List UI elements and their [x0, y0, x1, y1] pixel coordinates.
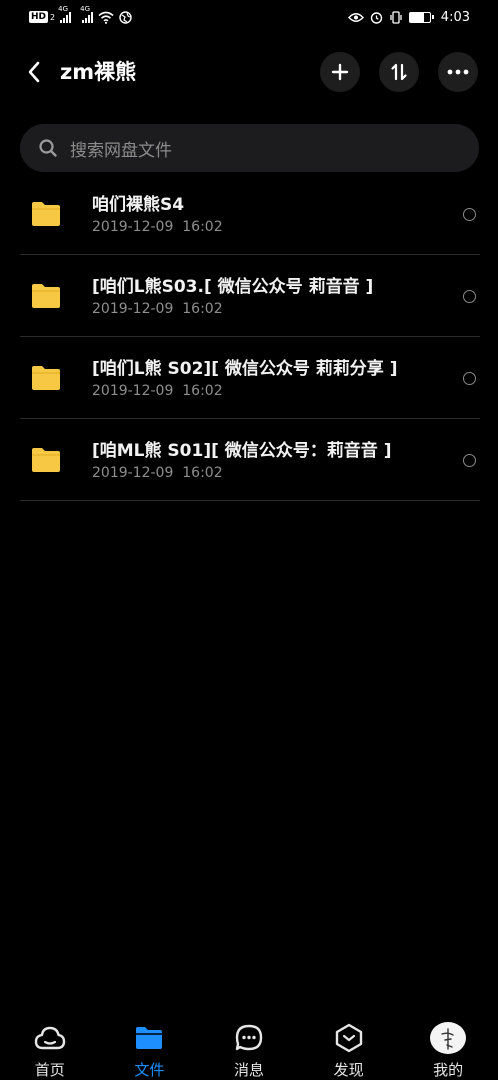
- add-button[interactable]: [320, 52, 360, 92]
- chat-icon: [233, 1022, 265, 1054]
- file-row[interactable]: [咱ML熊 S01][ 微信公众号：莉音音 ] 2019-12-09 16:02: [20, 419, 480, 501]
- nav-label: 我的: [433, 1061, 464, 1079]
- file-date: 2019-12-09 16:02: [92, 219, 223, 235]
- page-title: zm裸熊: [60, 60, 137, 84]
- nav-label: 发现: [333, 1061, 364, 1079]
- discover-icon: [333, 1022, 365, 1054]
- select-radio[interactable]: [463, 372, 476, 385]
- sort-button[interactable]: [379, 52, 419, 92]
- hd-badge: HD: [29, 11, 49, 23]
- file-date: 2019-12-09 16:02: [92, 383, 223, 399]
- status-bar: HD 2 4G 4G 4:03: [0, 0, 498, 34]
- file-list: 咱们裸熊S4 2019-12-09 16:02 [咱们L熊S03.[ 微信公众号…: [0, 173, 498, 501]
- plus-icon: [331, 63, 349, 81]
- nav-files[interactable]: 文件: [100, 1016, 200, 1080]
- file-row[interactable]: 咱们裸熊S4 2019-12-09 16:02: [20, 173, 480, 255]
- eye-icon: [347, 12, 364, 22]
- file-row[interactable]: [咱们L熊 S02][ 微信公众号 莉莉分享 ] 2019-12-09 16:0…: [20, 337, 480, 419]
- battery-fill: [409, 12, 424, 22]
- file-row[interactable]: [咱们L熊S03.[ 微信公众号 莉音音 ] 2019-12-09 16:02: [20, 255, 480, 337]
- chevron-left-icon: [28, 61, 40, 83]
- file-browser-screen: HD 2 4G 4G 4:03 zm裸熊 搜索网盘文件 咱们裸熊S4 2019-…: [0, 0, 498, 1080]
- back-button[interactable]: [20, 58, 48, 86]
- status-left: HD 2 4G 4G: [0, 5, 132, 24]
- vibrate-icon: [390, 10, 402, 24]
- file-date: 2019-12-09 16:02: [92, 465, 223, 481]
- folder-icon: [32, 366, 60, 390]
- file-name: [咱们L熊S03.[ 微信公众号 莉音音 ]: [92, 277, 374, 297]
- signal-icon-2: 4G: [80, 5, 94, 23]
- folder-icon: [133, 1022, 165, 1054]
- nav-label: 首页: [34, 1061, 65, 1079]
- search-input[interactable]: 搜索网盘文件: [70, 136, 172, 161]
- folder-icon: [32, 448, 60, 472]
- nav-home[interactable]: 首页: [0, 1016, 100, 1080]
- bottom-nav: 首页 文件 消息 发现 我的: [0, 1016, 498, 1080]
- select-radio[interactable]: [463, 454, 476, 467]
- search-bar[interactable]: 搜索网盘文件: [20, 124, 479, 172]
- file-name: [咱ML熊 S01][ 微信公众号：莉音音 ]: [92, 441, 392, 461]
- file-name: 咱们裸熊S4: [92, 195, 185, 215]
- cloud-icon: [34, 1022, 66, 1054]
- folder-icon: [32, 284, 60, 308]
- nav-discover[interactable]: 发现: [299, 1016, 399, 1080]
- battery-icon: [408, 11, 434, 23]
- search-icon: [39, 139, 57, 157]
- more-button[interactable]: [438, 52, 478, 92]
- more-dots-icon: [447, 69, 469, 75]
- nav-label: 文件: [134, 1061, 165, 1079]
- nav-messages[interactable]: 消息: [199, 1016, 299, 1080]
- sim-indicator: 2: [50, 12, 56, 22]
- folder-icon: [32, 202, 60, 226]
- file-name: [咱们L熊 S02][ 微信公众号 莉莉分享 ]: [92, 359, 398, 379]
- file-date: 2019-12-09 16:02: [92, 301, 223, 317]
- clock: 4:03: [440, 9, 470, 25]
- wifi-icon: [98, 11, 114, 24]
- select-radio[interactable]: [463, 208, 476, 221]
- alarm-icon: [370, 11, 382, 24]
- status-right: 4:03: [347, 9, 498, 25]
- signal-icon: 4G: [58, 5, 72, 23]
- nav-label: 消息: [233, 1061, 264, 1079]
- select-radio[interactable]: [463, 290, 476, 303]
- avatar: [430, 1022, 467, 1054]
- sort-icon: [391, 63, 407, 81]
- header: zm裸熊: [0, 50, 498, 94]
- globe-icon: [119, 10, 132, 24]
- nav-me[interactable]: 我的: [398, 1016, 498, 1080]
